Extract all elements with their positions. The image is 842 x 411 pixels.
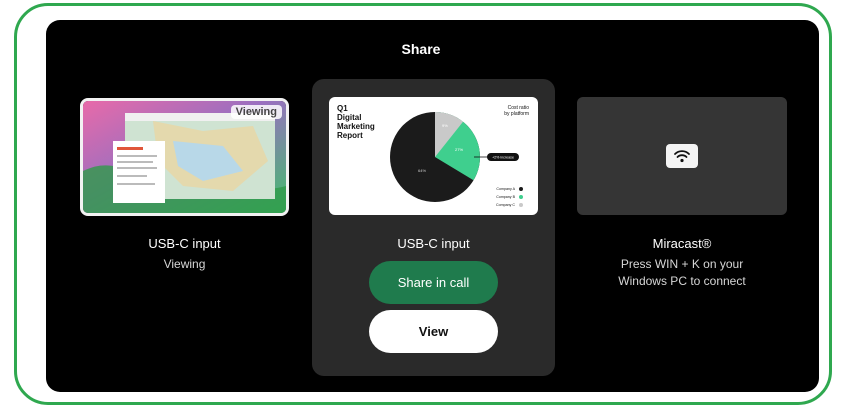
source-thumbnail-usbc-report[interactable]: Q1 Digital Marketing Report Cost ratio b… [329,97,538,215]
legend-label: Company A [496,187,515,191]
legend-label: Company B [496,195,515,199]
view-button[interactable]: View [369,310,498,353]
wifi-icon [666,144,698,168]
callout-text: +2% increase [492,156,514,160]
cost-ratio-label: by platform [504,111,529,117]
source-thumbnail-usbc-viewing[interactable]: Viewing [80,98,289,216]
report-title-line: Digital [337,113,361,122]
dialog-title: Share [401,41,441,57]
viewing-badge: Viewing [230,105,282,119]
source-status-viewing: Viewing [163,257,206,271]
report-title-line: Q1 [337,104,348,113]
miracast-instructions-line-1: Press WIN + K on your [620,257,744,271]
pie-chart: 64% 27% 9% [390,112,481,202]
legend-swatch [519,187,523,191]
pie-label: 64% [418,168,426,173]
legend-label: Company C [496,203,515,207]
report-title-line: Marketing [337,122,375,131]
source-name-miracast: Miracast® [652,236,712,251]
legend-swatch [519,203,523,207]
share-in-call-button[interactable]: Share in call [369,261,498,304]
pie-label: 9% [442,123,448,128]
miracast-instructions-line-2: Windows PC to connect [618,274,746,288]
report-title-line: Report [337,131,363,140]
source-name-usbc-left: USB-C input [148,236,221,251]
report-preview-image: Q1 Digital Marketing Report Cost ratio b… [337,104,529,207]
legend-swatch [519,195,523,199]
source-name-usbc-center: USB-C input [397,236,470,251]
pie-label: 27% [455,147,463,152]
